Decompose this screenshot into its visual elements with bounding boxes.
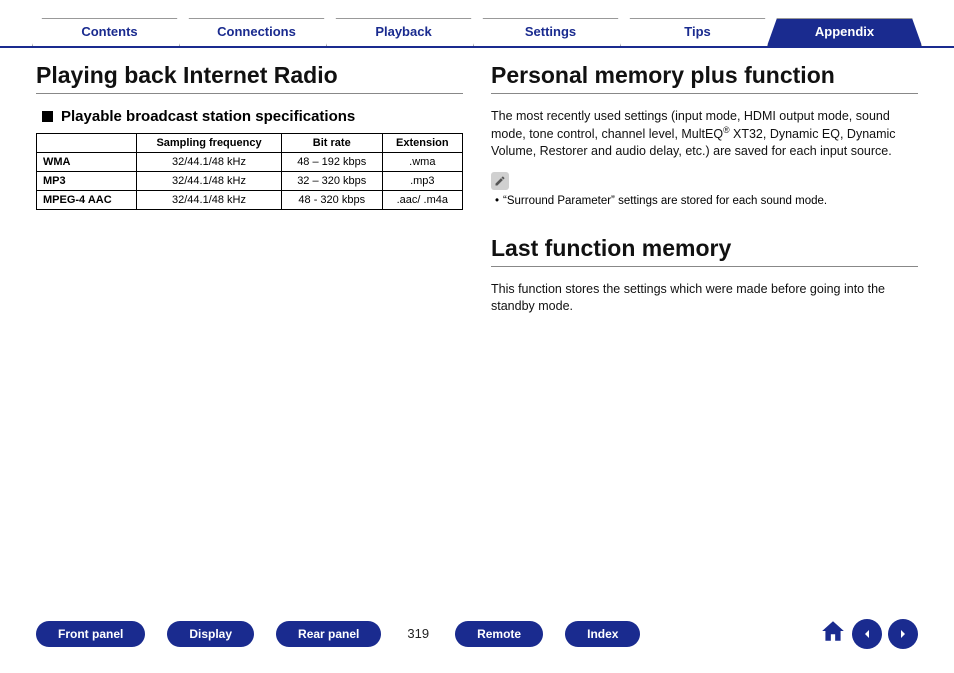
right-column: Personal memory plus function The most r… <box>491 62 918 326</box>
square-bullet-icon <box>42 111 53 122</box>
heading-personal-memory: Personal memory plus function <box>491 62 918 89</box>
prev-page-button[interactable] <box>852 619 882 649</box>
page-number: 319 <box>407 626 429 641</box>
tab-settings[interactable]: Settings <box>473 18 628 46</box>
rear-panel-button[interactable]: Rear panel <box>276 621 381 647</box>
cell-name: MPEG-4 AAC <box>37 191 137 210</box>
note-bullet: “Surround Parameter” settings are stored… <box>495 194 918 209</box>
cell-name: WMA <box>37 153 137 172</box>
left-column: Playing back Internet Radio Playable bro… <box>36 62 463 326</box>
pencil-note-icon <box>491 172 509 190</box>
top-tabs: Contents Connections Playback Settings T… <box>0 0 954 46</box>
cell-sf: 32/44.1/48 kHz <box>137 153 282 172</box>
cell-ext: .wma <box>382 153 462 172</box>
th-extension: Extension <box>382 134 462 153</box>
footer-nav: Front panel Display Rear panel 319 Remot… <box>0 618 954 649</box>
nav-icons <box>820 618 918 649</box>
th-sampling: Sampling frequency <box>137 134 282 153</box>
th-blank <box>37 134 137 153</box>
cell-ext: .mp3 <box>382 172 462 191</box>
cell-ext: .aac/ .m4a <box>382 191 462 210</box>
tab-appendix[interactable]: Appendix <box>767 18 922 46</box>
para-last-function: This function stores the settings which … <box>491 281 918 315</box>
table-row: WMA 32/44.1/48 kHz 48 – 192 kbps .wma <box>37 153 463 172</box>
note-text: “Surround Parameter” settings are stored… <box>503 194 827 209</box>
subheading-playable: Playable broadcast station specification… <box>42 108 463 125</box>
cell-br: 48 - 320 kbps <box>281 191 382 210</box>
index-button[interactable]: Index <box>565 621 640 647</box>
table-row: MP3 32/44.1/48 kHz 32 – 320 kbps .mp3 <box>37 172 463 191</box>
tab-tips[interactable]: Tips <box>620 18 775 46</box>
tab-playback[interactable]: Playback <box>326 18 481 46</box>
cell-sf: 32/44.1/48 kHz <box>137 172 282 191</box>
cell-sf: 32/44.1/48 kHz <box>137 191 282 210</box>
display-button[interactable]: Display <box>167 621 254 647</box>
remote-button[interactable]: Remote <box>455 621 543 647</box>
page-content: Playing back Internet Radio Playable bro… <box>0 46 954 326</box>
home-icon[interactable] <box>820 618 846 649</box>
subheading-text: Playable broadcast station specification… <box>61 108 355 125</box>
heading-internet-radio: Playing back Internet Radio <box>36 62 463 89</box>
para-personal-memory: The most recently used settings (input m… <box>491 108 918 160</box>
front-panel-button[interactable]: Front panel <box>36 621 145 647</box>
cell-br: 32 – 320 kbps <box>281 172 382 191</box>
heading-last-function: Last function memory <box>491 235 918 262</box>
th-bitrate: Bit rate <box>281 134 382 153</box>
cell-name: MP3 <box>37 172 137 191</box>
next-page-button[interactable] <box>888 619 918 649</box>
table-row: MPEG-4 AAC 32/44.1/48 kHz 48 - 320 kbps … <box>37 191 463 210</box>
tab-contents[interactable]: Contents <box>32 18 187 46</box>
table-header-row: Sampling frequency Bit rate Extension <box>37 134 463 153</box>
spec-table: Sampling frequency Bit rate Extension WM… <box>36 133 463 210</box>
tab-connections[interactable]: Connections <box>179 18 334 46</box>
cell-br: 48 – 192 kbps <box>281 153 382 172</box>
